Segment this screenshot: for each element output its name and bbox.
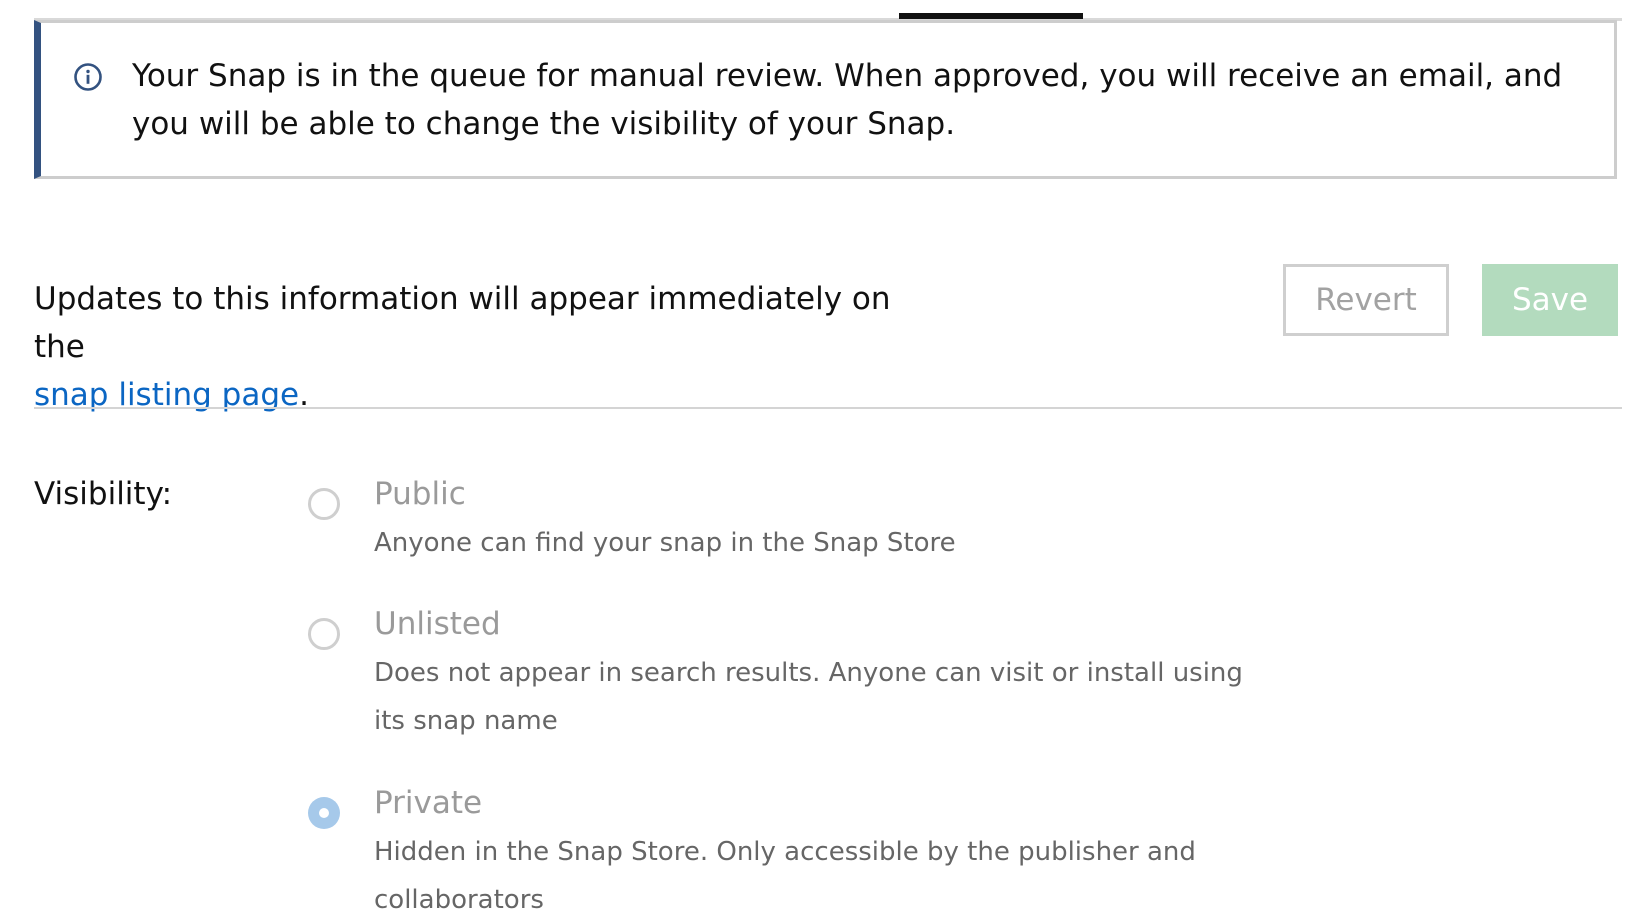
option-label-public[interactable]: Public <box>374 470 466 518</box>
visibility-label: Visibility: <box>34 476 173 512</box>
save-button[interactable]: Save <box>1482 264 1618 336</box>
radio-private[interactable] <box>308 797 340 829</box>
section-divider <box>34 407 1622 409</box>
revert-button[interactable]: Revert <box>1283 264 1449 336</box>
info-icon <box>73 62 103 92</box>
option-label-private[interactable]: Private <box>374 779 482 827</box>
update-info-text: Updates to this information will appear … <box>34 275 934 419</box>
review-notification: Your Snap is in the queue for manual rev… <box>34 20 1617 179</box>
active-tab-indicator <box>899 13 1083 19</box>
option-label-unlisted[interactable]: Unlisted <box>374 600 501 648</box>
radio-public[interactable] <box>308 488 340 520</box>
option-description-unlisted: Does not appear in search results. Anyon… <box>374 658 1243 736</box>
notice-message: Your Snap is in the queue for manual rev… <box>132 58 1563 142</box>
radio-unlisted[interactable] <box>308 618 340 650</box>
option-description-public: Anyone can find your snap in the Snap St… <box>374 528 956 558</box>
option-description-private: Hidden in the Snap Store. Only accessibl… <box>374 837 1196 915</box>
update-info-lead: Updates to this information will appear … <box>34 281 891 365</box>
